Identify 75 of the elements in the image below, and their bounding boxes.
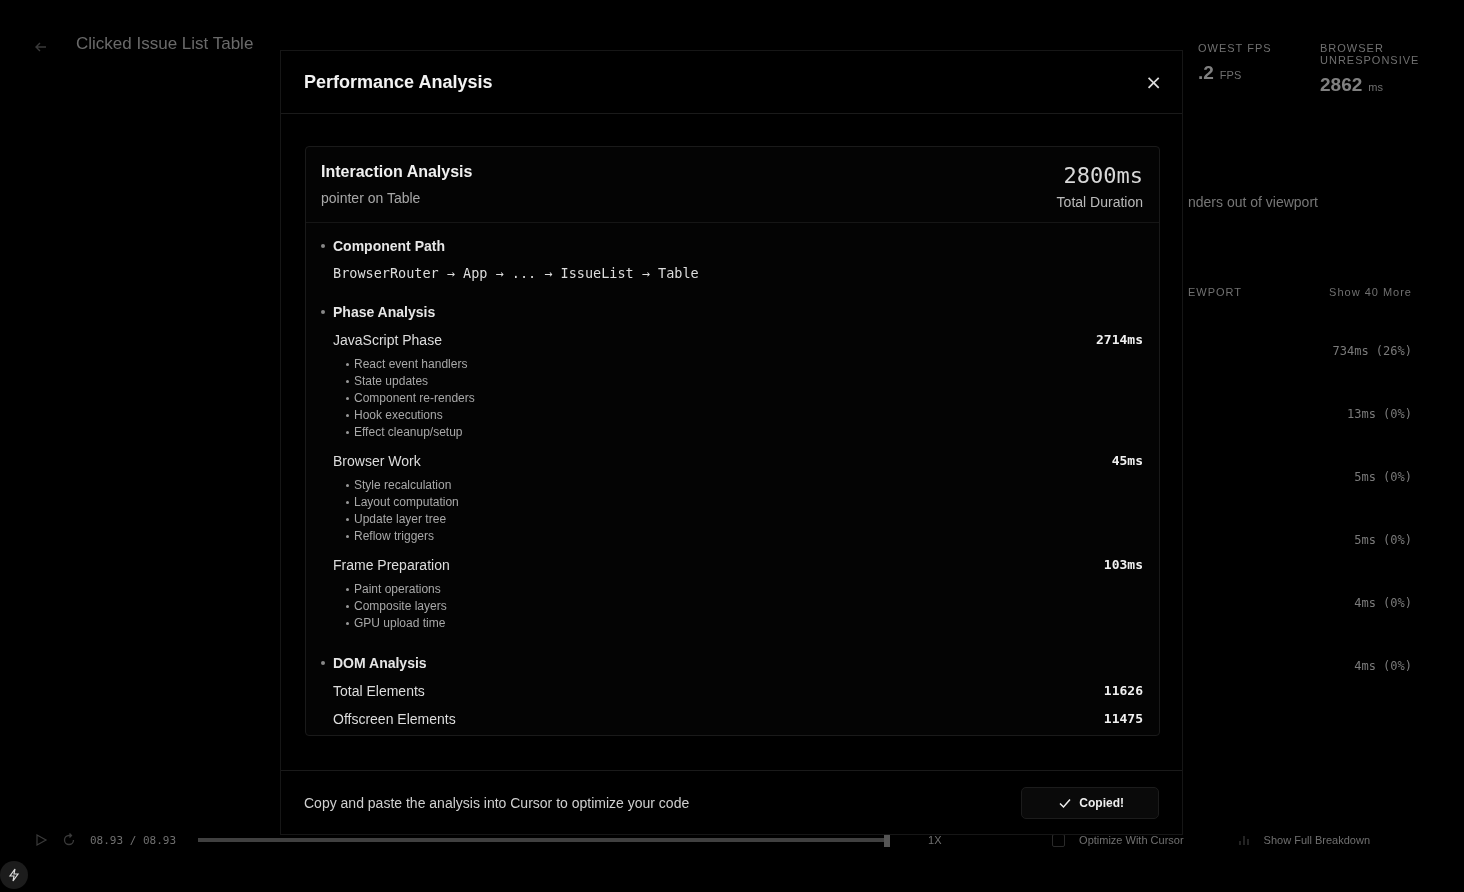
section-heading: Component Path xyxy=(333,238,445,254)
speed-button[interactable]: 1X xyxy=(928,834,942,846)
detail-item: Effect cleanup/setup xyxy=(354,425,463,439)
total-duration-value: 2800ms xyxy=(1063,163,1143,188)
metric-value: 11626 xyxy=(1103,683,1143,699)
bullet-icon xyxy=(346,587,349,591)
bullet-icon xyxy=(346,604,349,608)
component-path: BrowserRouter → App → ... → IssueList → Table xyxy=(333,265,700,281)
playback-time: 08.93 / 08.93 xyxy=(90,833,177,847)
phase-duration: 45ms xyxy=(1111,453,1143,469)
stat-value: .2 xyxy=(1198,62,1214,84)
footer-text: Copy and paste the analysis into Cursor to optimize your code xyxy=(304,794,690,811)
stat-label: BROWSER UNRESPONSIVE xyxy=(1320,42,1421,66)
detail-item: State updates xyxy=(354,374,429,388)
metric-name: Offscreen Elements xyxy=(333,711,456,727)
detail-item: Style recalculation xyxy=(354,478,452,492)
back-arrow-icon[interactable] xyxy=(34,40,48,54)
detail-item: Composite layers xyxy=(354,599,447,613)
stat-unit: FPS xyxy=(1219,69,1242,81)
stat-unit: ms xyxy=(1368,81,1383,93)
phase-name: Frame Preparation xyxy=(333,557,450,573)
summary-text: nders out of viewport xyxy=(1188,194,1319,210)
section-heading: Phase Analysis xyxy=(333,304,436,320)
section-label: EWPORT xyxy=(1188,286,1243,298)
detail-item: Reflow triggers xyxy=(354,529,435,543)
detail-item: Paint operations xyxy=(354,582,441,596)
dialog-title: Performance Analysis xyxy=(304,71,493,93)
duration-value: 13ms (0%) xyxy=(1346,407,1412,421)
lightning-icon xyxy=(7,868,21,882)
metric-value: 11475 xyxy=(1103,711,1143,727)
detail-item: Component re-renders xyxy=(354,391,475,405)
duration-value: 5ms (0%) xyxy=(1354,533,1412,547)
detail-item: React event handlers xyxy=(354,357,468,371)
phase-duration: 103ms xyxy=(1103,557,1143,573)
bullet-icon xyxy=(321,661,325,665)
bullet-icon xyxy=(346,517,349,521)
checkbox-label: Optimize With Cursor xyxy=(1079,834,1184,846)
section-heading: DOM Analysis xyxy=(333,655,427,671)
duration-value: 734ms (26%) xyxy=(1332,344,1412,358)
duration-value: 4ms (0%) xyxy=(1354,659,1412,673)
duration-value: 4ms (0%) xyxy=(1354,596,1412,610)
phase-duration: 2714ms xyxy=(1096,332,1143,348)
phase-name: Browser Work xyxy=(333,453,421,469)
bullet-icon xyxy=(346,534,349,538)
bullet-icon xyxy=(346,413,349,417)
bullet-icon xyxy=(346,379,349,383)
close-button[interactable]: × xyxy=(1141,70,1166,94)
bullet-icon xyxy=(346,396,349,400)
bullet-icon xyxy=(346,483,349,487)
detail-item: Update layer tree xyxy=(354,512,447,526)
duration-value: 5ms (0%) xyxy=(1354,470,1412,484)
show-more-link[interactable]: Show 40 More xyxy=(1329,286,1412,298)
breakdown-link[interactable]: Show Full Breakdown xyxy=(1263,834,1370,846)
phase-name: JavaScript Phase xyxy=(333,332,442,348)
bullet-icon xyxy=(321,244,325,248)
detail-item: Layout computation xyxy=(354,495,459,509)
bar-chart-icon[interactable] xyxy=(1237,834,1250,846)
bullet-icon xyxy=(321,310,325,314)
detail-item: GPU upload time xyxy=(354,616,446,630)
bullet-icon xyxy=(346,621,349,625)
page-title: Clicked Issue List Table xyxy=(76,34,254,54)
lightning-badge[interactable] xyxy=(0,861,28,889)
card-title: Interaction Analysis xyxy=(321,163,473,181)
stat-label: OWEST FPS xyxy=(1198,42,1273,54)
replay-icon[interactable] xyxy=(62,833,76,847)
copied-button[interactable]: Copied! xyxy=(1021,786,1159,819)
bullet-icon xyxy=(346,500,349,504)
detail-item: Hook executions xyxy=(354,408,443,422)
total-duration-label: Total Duration xyxy=(1056,194,1143,210)
play-icon[interactable] xyxy=(34,833,48,847)
bullet-icon xyxy=(346,430,349,434)
card-subtitle: pointer on Table xyxy=(321,190,422,206)
bullet-icon xyxy=(346,362,349,366)
stat-value: 2862 xyxy=(1320,74,1363,96)
metric-name: Total Elements xyxy=(333,683,425,699)
